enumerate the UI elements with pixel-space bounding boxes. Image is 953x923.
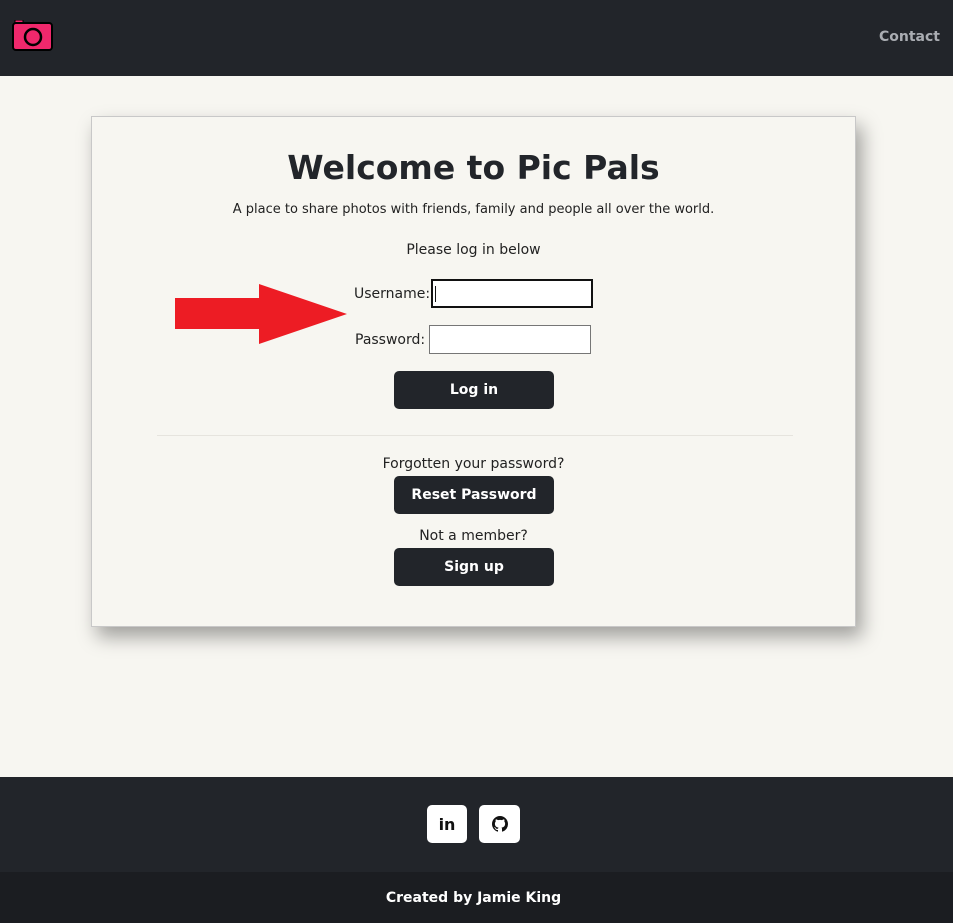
linkedin-label: in <box>438 814 456 834</box>
linkedin-icon[interactable]: in <box>427 805 467 843</box>
password-input[interactable] <box>429 325 591 354</box>
page-title: Welcome to Pic Pals <box>287 148 660 187</box>
username-input[interactable] <box>431 279 593 308</box>
not-member-text: Not a member? <box>419 528 528 544</box>
reset-password-button[interactable]: Reset Password <box>394 476 554 514</box>
footer <box>0 777 953 872</box>
password-label: Password: <box>355 332 426 348</box>
right-arrow-icon <box>175 284 347 344</box>
divider <box>157 435 793 436</box>
page-subtitle: A place to share photos with friends, fa… <box>232 202 715 217</box>
username-label: Username: <box>354 286 431 302</box>
github-icon[interactable] <box>479 805 520 843</box>
login-prompt: Please log in below <box>406 242 541 258</box>
forgot-password-text: Forgotten your password? <box>382 456 565 472</box>
contact-link[interactable]: Contact <box>879 29 940 45</box>
signup-button[interactable]: Sign up <box>394 548 554 586</box>
navbar: Contact <box>0 0 953 76</box>
login-button[interactable]: Log in <box>394 371 554 409</box>
text-caret <box>435 286 436 302</box>
footer-credit: Created by Jamie King <box>385 890 562 906</box>
github-logo <box>491 816 508 832</box>
camera-icon[interactable] <box>12 20 53 52</box>
